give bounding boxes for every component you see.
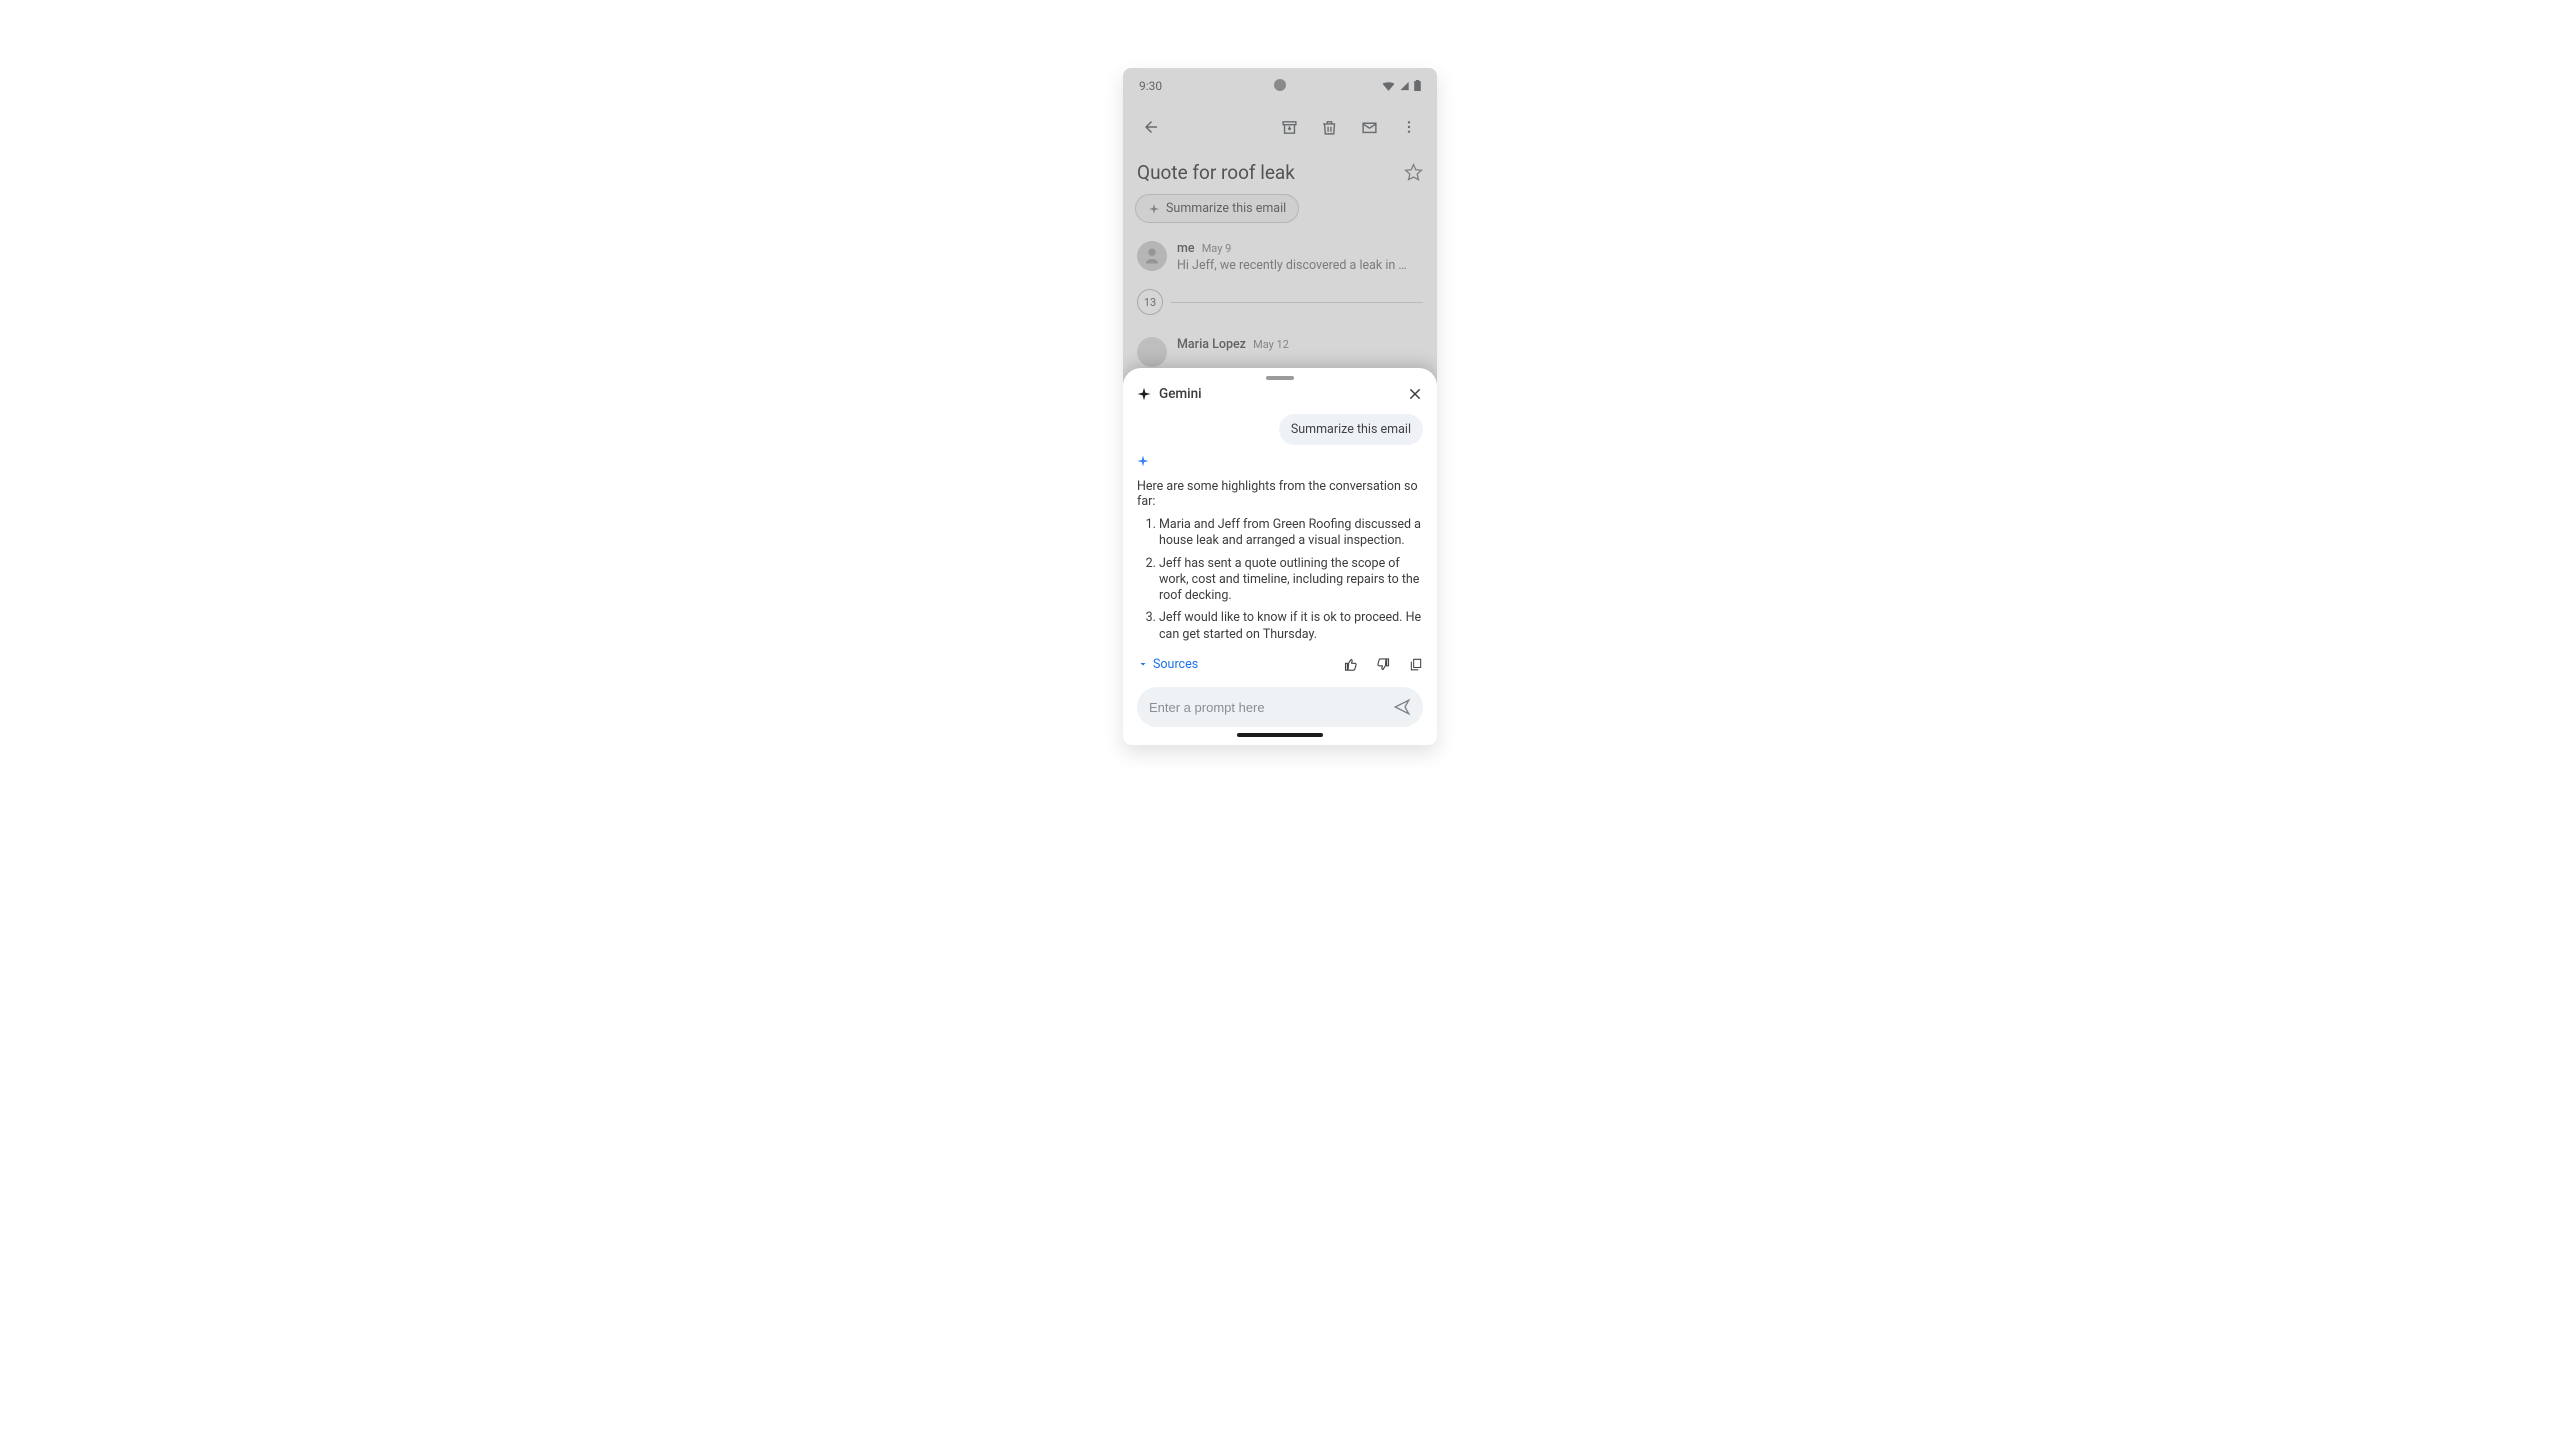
sources-label: Sources <box>1153 657 1198 672</box>
gemini-spark-icon <box>1137 387 1151 401</box>
camera-punch-hole <box>1274 79 1286 91</box>
drag-handle[interactable] <box>1266 376 1294 380</box>
close-icon[interactable] <box>1407 386 1423 402</box>
delete-icon[interactable] <box>1311 109 1347 145</box>
divider-line <box>1171 302 1423 303</box>
wifi-icon <box>1382 81 1395 91</box>
status-icons <box>1382 80 1421 91</box>
message-date: May 9 <box>1202 242 1232 255</box>
star-icon[interactable] <box>1404 163 1423 182</box>
archive-icon[interactable] <box>1271 109 1307 145</box>
summary-intro: Here are some highlights from the conver… <box>1137 479 1423 509</box>
battery-icon <box>1414 80 1421 91</box>
sources-toggle[interactable]: Sources <box>1137 657 1198 672</box>
sources-feedback-row: Sources <box>1137 657 1423 672</box>
user-prompt-pill: Summarize this email <box>1279 414 1423 445</box>
summary-item: Maria and Jeff from Green Roofing discus… <box>1159 517 1423 550</box>
message-sender: Maria Lopez <box>1177 337 1246 352</box>
summary-list: Maria and Jeff from Green Roofing discus… <box>1137 517 1423 649</box>
message-preview: Hi Jeff, we recently discovered a leak i… <box>1177 258 1407 273</box>
phone-frame: 9:30 <box>1123 68 1437 745</box>
status-time: 9:30 <box>1139 79 1162 93</box>
thread-message[interactable]: me May 9 Hi Jeff, we recently discovered… <box>1123 233 1437 281</box>
prompt-input-row <box>1137 687 1423 727</box>
message-body: me May 9 Hi Jeff, we recently discovered… <box>1177 241 1423 273</box>
thumbs-down-icon[interactable] <box>1376 657 1391 672</box>
user-prompt-text: Summarize this email <box>1291 422 1411 437</box>
mark-unread-icon[interactable] <box>1351 109 1387 145</box>
summarize-email-chip[interactable]: Summarize this email <box>1135 194 1299 223</box>
sheet-header: Gemini <box>1137 386 1423 408</box>
summarize-chip-label: Summarize this email <box>1166 201 1286 216</box>
gmail-app-bar <box>1123 103 1437 151</box>
chevron-down-icon <box>1137 658 1149 670</box>
gemini-title-row: Gemini <box>1137 386 1202 402</box>
more-options-icon[interactable] <box>1391 109 1427 145</box>
avatar <box>1137 337 1167 367</box>
signal-icon <box>1399 81 1410 91</box>
back-arrow-icon[interactable] <box>1133 109 1169 145</box>
spark-icon <box>1148 203 1160 215</box>
summary-item: Jeff has sent a quote outlining the scop… <box>1159 556 1423 605</box>
message-body: Maria Lopez May 12 <box>1177 337 1423 367</box>
collapsed-count-badge: 13 <box>1137 289 1163 315</box>
collapsed-thread-indicator[interactable]: 13 <box>1123 281 1437 323</box>
message-date: May 12 <box>1253 338 1289 351</box>
avatar <box>1137 241 1167 271</box>
send-icon[interactable] <box>1393 698 1411 716</box>
prompt-input[interactable] <box>1149 700 1393 715</box>
gemini-response-spark-icon <box>1137 455 1423 467</box>
thumbs-up-icon[interactable] <box>1343 657 1358 672</box>
gemini-bottom-sheet: Gemini Summarize this email Here are som… <box>1123 368 1437 745</box>
gemini-title: Gemini <box>1159 386 1202 402</box>
status-bar: 9:30 <box>1123 68 1437 103</box>
email-subject: Quote for roof leak <box>1137 161 1404 184</box>
message-sender: me <box>1177 241 1195 256</box>
summary-item: Jeff would like to know if it is ok to p… <box>1159 610 1423 643</box>
home-indicator[interactable] <box>1237 733 1323 737</box>
copy-icon[interactable] <box>1409 657 1423 671</box>
email-subject-row: Quote for roof leak <box>1123 151 1437 190</box>
